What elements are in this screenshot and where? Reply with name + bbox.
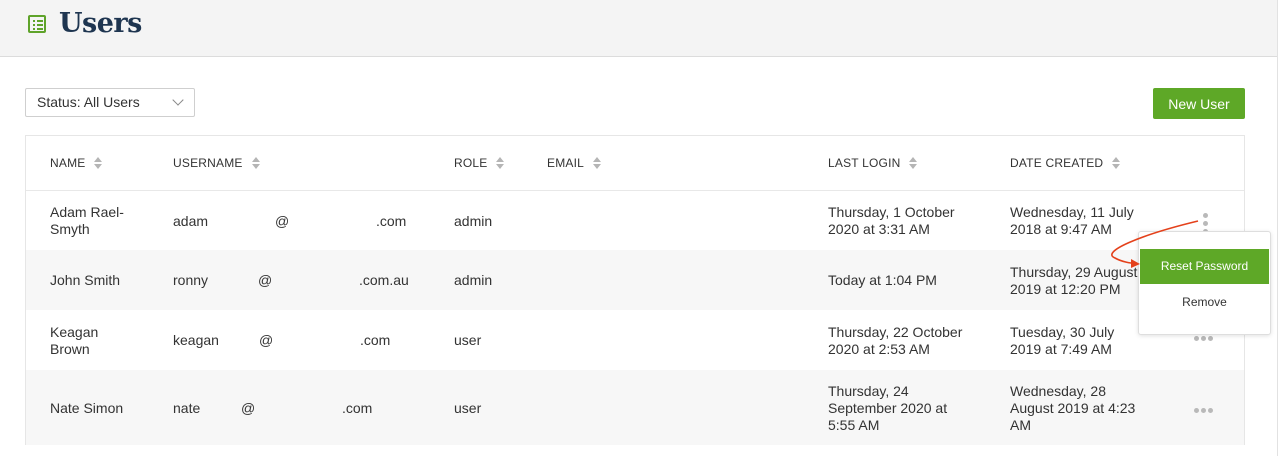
more-horizontal-icon[interactable] <box>1194 336 1215 341</box>
status-filter-value: Status: All Users <box>37 94 140 110</box>
username-at: @ <box>259 332 274 348</box>
username-domain: .com <box>376 213 407 229</box>
column-header-email[interactable]: EMAIL <box>547 156 602 170</box>
role: admin <box>454 272 493 288</box>
role: admin <box>454 213 493 229</box>
role: user <box>454 332 482 348</box>
username: adam <box>173 213 209 229</box>
list-icon <box>28 15 46 33</box>
page-title: Users <box>59 8 142 39</box>
date-created: Tuesday, 30 July 2019 at 7:49 AM <box>1010 324 1115 357</box>
new-user-button[interactable]: New User <box>1153 88 1245 119</box>
table-row[interactable]: John Smith ronny @ .com.au admin Today a… <box>26 250 1244 310</box>
last-login: Thursday, 22 October 2020 at 2:53 AM <box>828 324 963 357</box>
row-actions-menu: Reset Password Remove <box>1138 231 1271 335</box>
column-header-last-login[interactable]: LAST LOGIN <box>828 156 918 170</box>
username: nate <box>173 400 201 416</box>
column-header-date-created[interactable]: DATE CREATED <box>1010 156 1121 170</box>
column-header-name[interactable]: NAME <box>50 156 103 170</box>
table-row[interactable]: Nate Simon nate @ .com user Thursday, 24… <box>26 370 1244 445</box>
last-login: Today at 1:04 PM <box>828 272 937 288</box>
user-name: Nate Simon <box>50 400 124 416</box>
user-name: Keagan Brown <box>50 324 99 357</box>
sort-icon <box>593 156 602 170</box>
sort-icon <box>251 156 260 170</box>
users-table: NAME USERNAME ROLE EMAIL LAST LOGIN DATE… <box>25 135 1245 445</box>
table-row[interactable]: Keagan Brown keagan @ .com user Thursday,… <box>26 310 1244 370</box>
username: keagan <box>173 332 219 348</box>
user-name: Adam Rael- Smyth <box>50 204 124 237</box>
username: ronny <box>173 272 209 288</box>
last-login: Thursday, 1 October 2020 at 3:31 AM <box>828 204 955 237</box>
sort-icon <box>94 156 103 170</box>
sort-icon <box>1112 156 1121 170</box>
reset-password-menu-item[interactable]: Reset Password <box>1140 249 1269 284</box>
username-domain: .com <box>342 400 373 416</box>
column-header-role[interactable]: ROLE <box>454 156 505 170</box>
username-domain: .com.au <box>359 272 409 288</box>
date-created: Wednesday, 28 August 2019 at 4:23 AM <box>1010 383 1136 433</box>
more-horizontal-icon[interactable] <box>1194 408 1215 413</box>
username-domain: .com <box>360 332 391 348</box>
user-name: John Smith <box>50 272 121 288</box>
date-created: Wednesday, 11 July 2018 at 9:47 AM <box>1010 204 1134 237</box>
table-row[interactable]: Adam Rael- Smyth adam @ .com admin Thursd… <box>26 191 1244 250</box>
status-filter-select[interactable]: Status: All Users <box>25 88 195 117</box>
page-header: Users <box>0 0 1278 57</box>
last-login: Thursday, 24 September 2020 at 5:55 AM <box>828 383 948 433</box>
chevron-down-icon <box>172 94 184 106</box>
divider <box>1277 56 1278 456</box>
username-at: @ <box>241 400 256 416</box>
column-header-username[interactable]: USERNAME <box>173 156 260 170</box>
date-created: Thursday, 29 August 2019 at 12:20 PM <box>1010 264 1138 297</box>
sort-icon <box>496 156 505 170</box>
username-at: @ <box>258 272 273 288</box>
role: user <box>454 400 482 416</box>
username-at: @ <box>275 213 290 229</box>
sort-icon <box>909 156 918 170</box>
remove-menu-item[interactable]: Remove <box>1140 285 1269 320</box>
